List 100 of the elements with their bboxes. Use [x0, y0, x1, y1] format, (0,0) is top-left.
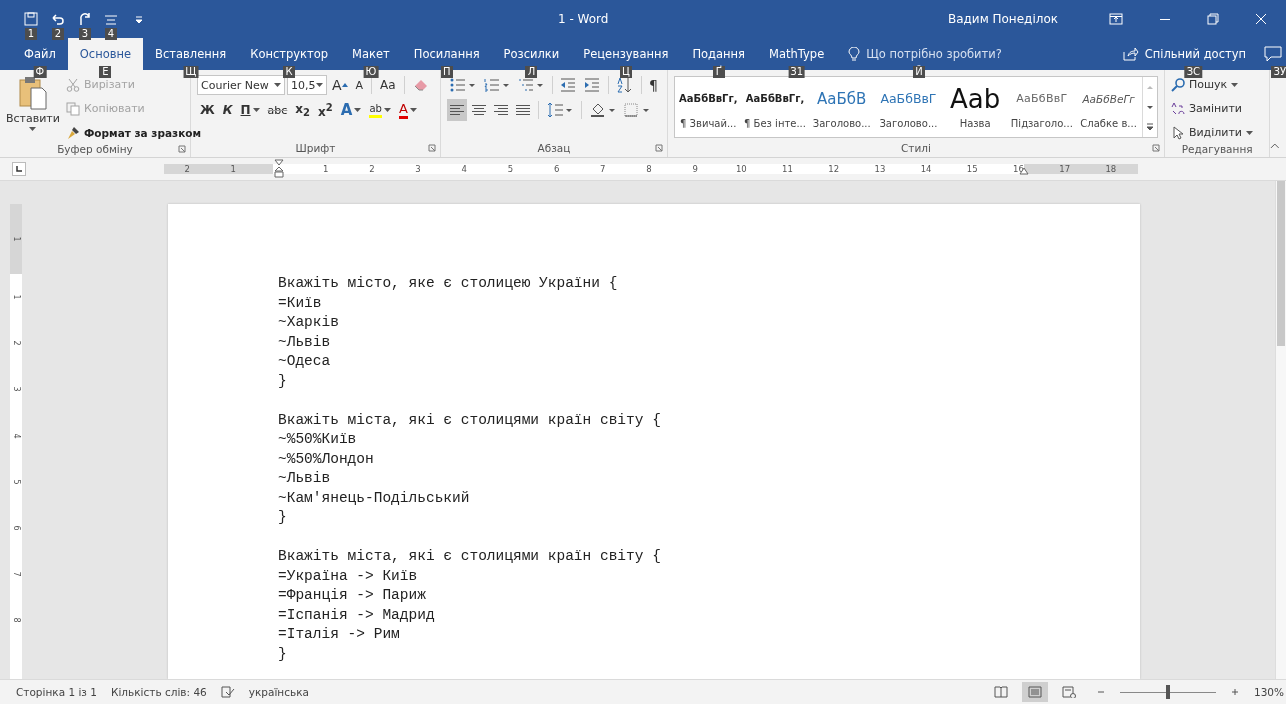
vertical-ruler[interactable]: 1 1 2 3 4 5 6 7 8 — [10, 204, 22, 679]
style-item[interactable]: АаБбВвГг, ¶ Без інте... — [741, 77, 809, 137]
caret-icon — [1246, 130, 1253, 135]
document-line: } — [278, 644, 288, 664]
dialog-launcher-icon[interactable] — [427, 144, 436, 152]
sort-icon — [616, 77, 633, 93]
indent-marker-icon[interactable] — [274, 159, 285, 179]
font-color-button[interactable]: A — [395, 99, 420, 121]
caret-icon — [409, 108, 417, 112]
group-label: Шрифт — [295, 142, 336, 154]
save-button[interactable] — [24, 11, 38, 27]
select-button[interactable]: Виділити — [1170, 122, 1264, 143]
document-line: ~Львів — [278, 469, 332, 488]
undo-button[interactable] — [50, 11, 66, 27]
document-line: =Україна -> Київ — [278, 566, 419, 586]
document-line: =Італія -> Рим — [278, 625, 401, 644]
caret-icon — [354, 108, 362, 112]
restore-icon[interactable] — [1207, 13, 1219, 25]
document-line: ~Львів — [278, 332, 332, 352]
text-effects-button[interactable]: A — [337, 99, 365, 121]
document-line: } — [278, 508, 288, 527]
keytip-badge: З1 — [788, 66, 805, 78]
multilevel-list-icon — [517, 78, 544, 92]
group-label: Стилі — [900, 142, 931, 154]
proofing-icon[interactable] — [220, 686, 235, 698]
subscript-button[interactable]: x$_{2}$ — [292, 99, 314, 121]
document-line: ~Харків — [278, 313, 340, 332]
ribbon-display-icon[interactable] — [1109, 13, 1123, 25]
close-icon[interactable] — [1255, 13, 1267, 25]
caret-icon — [29, 127, 37, 131]
print-layout-button[interactable] — [1021, 682, 1048, 702]
bold-button[interactable]: Ж — [197, 99, 218, 121]
dialog-launcher-icon[interactable] — [178, 145, 186, 153]
caret-icon — [383, 108, 391, 112]
format-painter-button[interactable]: Формат за зразком — [65, 122, 202, 143]
zoom-slider-thumb[interactable] — [1165, 685, 1170, 699]
keytip-badge: 1 — [25, 28, 37, 40]
page-count[interactable]: Сторінка 1 із 1 — [16, 686, 97, 698]
keytip-badge: К — [283, 66, 296, 78]
ruler-number: 1 — [12, 236, 20, 242]
book-icon — [993, 686, 1008, 698]
document-line: Вкажіть міста, які є столицями країн світу { — [278, 547, 662, 566]
dialog-launcher-icon[interactable] — [1151, 144, 1160, 152]
caret-icon — [1231, 82, 1239, 87]
zoom-level[interactable]: 130% — [1253, 686, 1284, 698]
ruler-number: 18 — [1105, 164, 1117, 174]
keytip-badge: 4 — [105, 28, 117, 40]
numbered-list-icon — [483, 78, 510, 92]
underline-button[interactable]: П — [237, 99, 263, 121]
scissors-icon — [65, 77, 80, 92]
keytip-badge: Л — [525, 66, 538, 78]
left-align-icon — [449, 104, 464, 116]
grow-font-button[interactable]: A — [329, 74, 351, 96]
ruler-number: 17 — [1059, 164, 1071, 174]
keytip-badge: Ф — [33, 66, 47, 78]
line-spacing-icon — [546, 102, 573, 118]
style-item[interactable]: АаБбВвГ Заголово... — [875, 77, 942, 137]
vertical-scrollbar[interactable] — [1275, 181, 1286, 679]
font-name-field[interactable]: Courier New — [197, 75, 285, 95]
redo-button[interactable] — [78, 11, 92, 27]
caret-icon — [316, 83, 323, 87]
change-case-button[interactable]: Aa — [377, 74, 399, 96]
left-tab-icon — [15, 165, 23, 173]
keytip-badge: Щ — [183, 66, 199, 78]
document-line: ~Одеса — [278, 352, 332, 371]
font-size-field[interactable]: 10,5 — [287, 75, 327, 95]
align-left-button[interactable] — [446, 99, 467, 121]
replace-button[interactable]: Замінити — [1170, 98, 1264, 119]
show-marks-button[interactable]: ¶ — [646, 74, 661, 96]
document-line: ~%50%Лондон — [278, 449, 375, 469]
up-triangle-icon — [341, 83, 348, 87]
search-icon — [1170, 77, 1185, 92]
horizontal-ruler[interactable]: 2 1 1 2 3 4 5 6 7 8 9 10 11 12 13 14 15 16 17 18 — [164, 159, 1138, 179]
style-item[interactable]: Aab Назва — [941, 77, 1009, 137]
collapse-ribbon-icon[interactable] — [1270, 143, 1280, 149]
user-name[interactable]: Вадим Понеділок — [947, 12, 1058, 26]
superscript-button[interactable]: x$^{2}$ — [315, 99, 336, 121]
style-item[interactable]: АаБбВеГг Слабке в... — [1075, 77, 1142, 137]
style-item[interactable]: АаБбВвГг, ¶ Звичай... — [674, 77, 742, 137]
indent-icon — [584, 78, 601, 92]
zoom-in-icon[interactable] — [1229, 687, 1240, 697]
highlight-button[interactable]: ab — [366, 99, 394, 121]
ruler-number: 1 — [230, 164, 236, 174]
tab-selector[interactable] — [12, 162, 26, 176]
ruler-number: 6 — [553, 164, 560, 174]
word-count[interactable]: Кількість слів: 46 — [111, 686, 207, 698]
redo-icon — [78, 12, 92, 26]
borders-icon — [623, 102, 650, 118]
cursor-icon — [1170, 125, 1185, 140]
italic-button[interactable]: К — [219, 99, 236, 121]
share-icon — [1122, 47, 1139, 61]
style-item[interactable]: АаБбВвГ Підзаголо... — [1008, 77, 1076, 137]
keytip-badge: 3 — [79, 28, 91, 40]
right-align-icon — [493, 104, 508, 116]
customize-toolbar-icon[interactable] — [134, 14, 144, 24]
ruler-number: 8 — [11, 617, 22, 623]
language[interactable]: українська — [248, 686, 309, 698]
document-line: ~%50%Київ — [278, 430, 358, 449]
style-item[interactable]: АаБбВ Заголово... — [808, 77, 876, 137]
dialog-launcher-icon[interactable] — [654, 144, 663, 152]
